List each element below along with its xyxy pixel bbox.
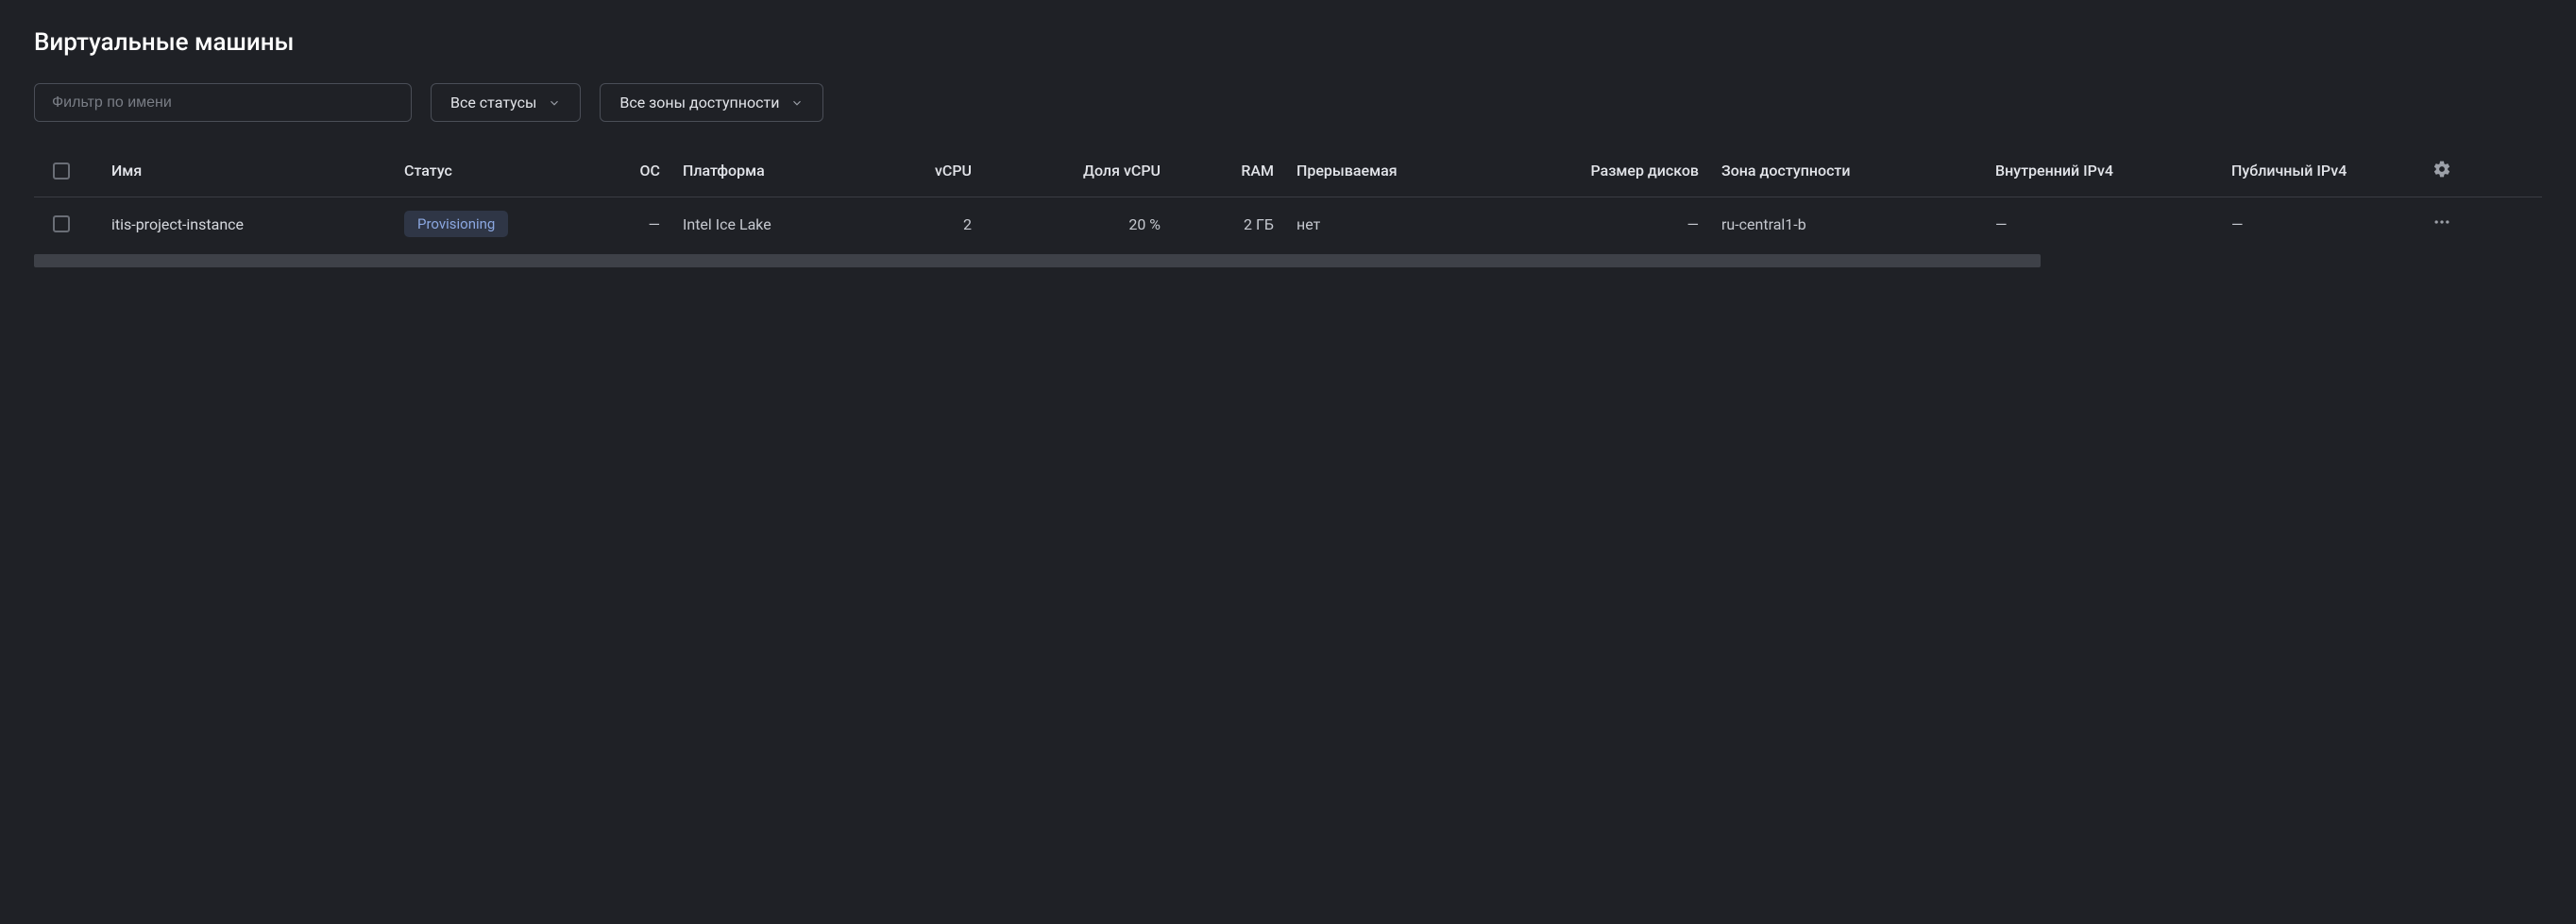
col-header-vcpu[interactable]: vCPU [889, 162, 983, 180]
col-header-zone[interactable]: Зона доступности [1710, 162, 1984, 180]
col-header-ram[interactable]: RAM [1172, 162, 1285, 180]
chevron-down-icon [548, 96, 561, 110]
select-all-checkbox[interactable] [53, 163, 70, 180]
scrollbar-thumb[interactable] [34, 254, 2041, 267]
status-filter-dropdown[interactable]: Все статусы [431, 83, 581, 122]
vm-table: Имя Статус ОС Платформа vCPU Доля vCPU R… [34, 145, 2542, 267]
zone-filter-label: Все зоны доступности [619, 94, 779, 111]
col-header-internal-ip[interactable]: Внутренний IPv4 [1984, 162, 2220, 180]
vcpu-share-value: 20 % [1128, 215, 1161, 233]
col-header-vcpu-share[interactable]: Доля vCPU [983, 162, 1172, 180]
row-actions-button[interactable] [2432, 213, 2451, 235]
chevron-down-icon [790, 96, 804, 110]
zone-filter-dropdown[interactable]: Все зоны доступности [600, 83, 823, 122]
filter-bar: Все статусы Все зоны доступности [34, 83, 2542, 122]
page-title: Виртуальные машины [34, 28, 2542, 57]
preemptible-value: нет [1296, 215, 1320, 233]
table-row: itis-project-instance Provisioning — Int… [34, 197, 2542, 250]
disk-value: — [1687, 215, 1700, 233]
col-header-platform[interactable]: Платформа [671, 162, 889, 180]
platform-value: Intel Ice Lake [683, 215, 771, 233]
col-header-status[interactable]: Статус [393, 162, 601, 180]
col-header-os[interactable]: ОС [601, 162, 671, 180]
table-header-row: Имя Статус ОС Платформа vCPU Доля vCPU R… [34, 145, 2542, 197]
row-checkbox[interactable] [53, 215, 70, 232]
status-filter-label: Все статусы [450, 94, 536, 111]
col-header-name[interactable]: Имя [100, 162, 393, 180]
table-settings-button[interactable] [2432, 160, 2451, 182]
gear-icon [2432, 160, 2451, 179]
dots-horizontal-icon [2432, 213, 2451, 231]
status-badge: Provisioning [404, 211, 508, 237]
horizontal-scrollbar[interactable] [34, 254, 2542, 267]
col-header-public-ip[interactable]: Публичный IPv4 [2220, 162, 2418, 180]
zone-value: ru-central1-b [1721, 215, 1806, 233]
col-header-disk[interactable]: Размер дисков [1531, 162, 1710, 180]
name-filter-input[interactable] [34, 83, 412, 122]
instance-name-link[interactable]: itis-project-instance [111, 215, 244, 233]
col-header-preemptible[interactable]: Прерываемая [1285, 162, 1531, 180]
ram-value: 2 ГБ [1244, 215, 1274, 233]
public-ip-value: — [2231, 215, 2244, 233]
table-wrapper: Имя Статус ОС Платформа vCPU Доля vCPU R… [34, 145, 2542, 267]
vcpu-value: 2 [963, 215, 972, 233]
os-value: — [649, 215, 661, 233]
internal-ip-value: — [1995, 215, 2008, 233]
